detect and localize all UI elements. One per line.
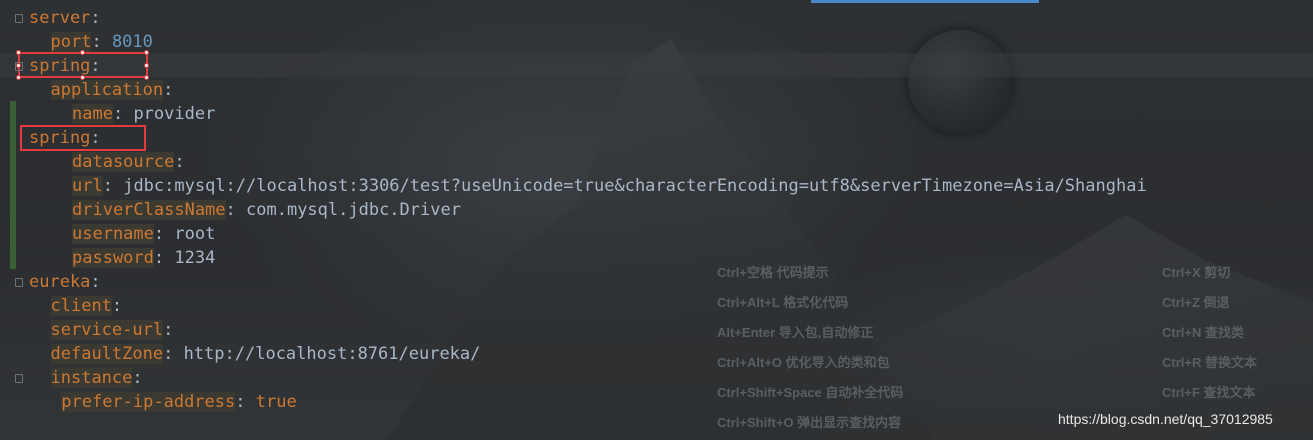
yaml-value: 8010 [101,32,153,52]
yaml-key: application [50,80,164,100]
code-line[interactable]: username: root [72,222,215,246]
watermark: https://blog.csdn.net/qq_37012985 [1058,411,1273,427]
vcs-change-marker [10,101,16,269]
fold-marker-icon[interactable] [15,278,23,287]
code-line[interactable]: defaultZone: http://localhost:8761/eurek… [50,342,481,366]
yaml-value: jdbc:mysql://localhost:3306/test?useUnic… [112,176,1147,196]
yaml-separator: : [174,152,185,172]
code-line[interactable]: application: [50,78,174,102]
shortcut-hint: Ctrl+Alt+O 优化导入的类和包 [717,355,890,370]
yaml-key: defaultZone [50,344,164,364]
yaml-key: password [72,248,154,268]
annotation-handle [144,75,149,80]
code-line[interactable]: name: provider [72,102,215,126]
yaml-key: server [29,8,91,28]
annotation-handle [16,50,21,55]
shortcut-hint: Ctrl+X 剪切 [1162,265,1231,280]
yaml-key: client [50,296,112,316]
yaml-separator: : [91,32,102,52]
shortcut-hint: Ctrl+N 查找类 [1162,325,1244,340]
shortcut-hint: Ctrl+Shift+O 弹出显示查找内容 [717,415,902,430]
code-line[interactable]: eureka: [29,270,101,294]
yaml-separator: : [90,272,101,292]
background-mountain [380,38,940,440]
yaml-key: url [72,176,103,196]
active-tab-indicator [811,0,1039,3]
code-line[interactable]: datasource: [72,150,185,174]
shortcut-hint: Ctrl+F 查找文本 [1162,385,1256,400]
shortcut-hint: Ctrl+Alt+L 格式化代码 [717,295,849,310]
yaml-key: datasource [72,152,175,172]
shortcut-hint: Ctrl+Shift+Space 自动补全代码 [717,385,904,400]
fold-marker-icon[interactable] [15,62,23,71]
yaml-separator: : [112,104,124,124]
annotation-handle [144,50,149,55]
yaml-key: username [72,224,154,244]
code-line[interactable]: client: [50,294,123,318]
yaml-separator: : [163,80,174,100]
yaml-key: driverClassName [72,200,226,220]
code-line[interactable]: url: jdbc:mysql://localhost:3306/test?us… [72,174,1147,198]
background-ridge [820,215,1313,440]
yaml-value: provider [123,104,216,124]
annotation-box [20,125,146,151]
code-line[interactable]: service-url: [50,318,174,342]
annotation-handle [80,75,85,80]
yaml-value: http://localhost:8761/eureka/ [173,344,481,364]
code-line[interactable]: password: 1234 [72,246,215,270]
yaml-separator: : [111,296,123,316]
yaml-separator: : [132,368,143,388]
yaml-separator: : [163,320,174,340]
yaml-key: prefer-ip-address [61,392,236,412]
yaml-value: com.mysql.jdbc.Driver [235,200,461,220]
yaml-key: eureka [29,272,91,292]
code-line[interactable]: server: [29,6,101,30]
yaml-separator: : [102,176,113,196]
annotation-handle [144,63,149,68]
yaml-key: instance [50,368,133,388]
annotation-handle [16,75,21,80]
yaml-value: 1234 [164,248,216,268]
fold-marker-icon[interactable] [15,14,23,23]
yaml-separator: : [235,392,246,412]
yaml-key: port [50,32,92,52]
yaml-separator: : [153,224,165,244]
yaml-key: name [72,104,113,124]
code-line[interactable]: port: 8010 [50,30,153,54]
code-line[interactable]: driverClassName: com.mysql.jdbc.Driver [72,198,461,222]
code-line[interactable]: instance: [50,366,143,390]
yaml-separator: : [163,344,174,364]
current-line-highlight [0,53,1313,77]
code-line[interactable]: prefer-ip-address: true [61,390,297,414]
yaml-key: service-url [50,320,164,340]
shortcut-hint: Alt+Enter 导入包,自动修正 [717,325,874,340]
yaml-separator: : [90,8,101,28]
yaml-value: root [164,224,216,244]
yaml-separator: : [153,248,165,268]
shortcut-hint: Ctrl+空格 代码提示 [717,265,829,280]
shortcut-hint: Ctrl+Z 倒退 [1162,295,1230,310]
background-moon [908,30,1012,134]
fold-marker-icon[interactable] [15,374,23,383]
yaml-value: true [245,392,297,412]
shortcut-hint: Ctrl+R 替换文本 [1162,355,1257,370]
annotation-handle [80,50,85,55]
yaml-separator: : [225,200,236,220]
